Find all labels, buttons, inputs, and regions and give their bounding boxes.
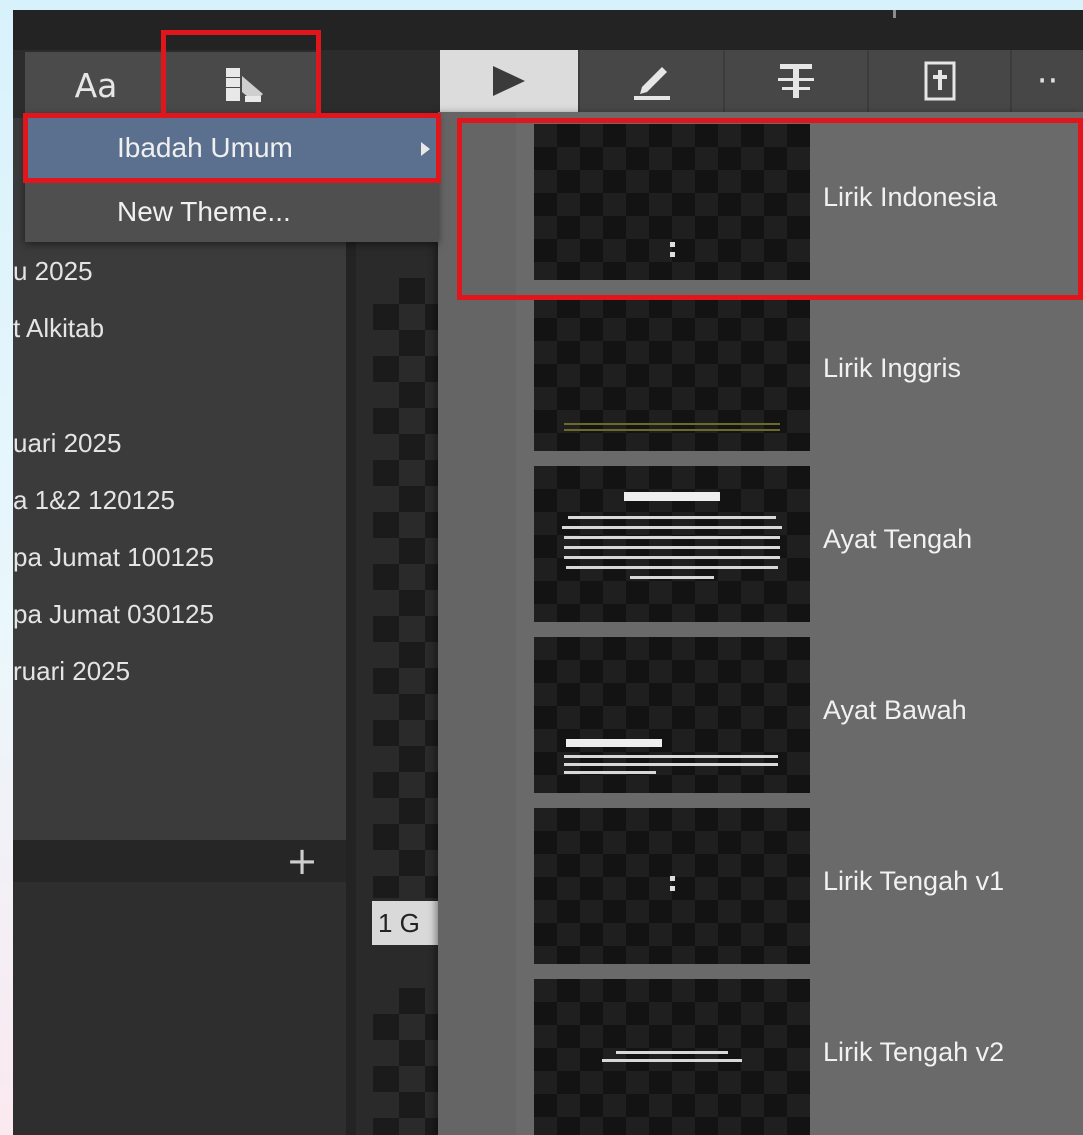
app-window: Aa u 2025 t Alkitab uari 2025 a 1&2 1201…: [13, 10, 1083, 1135]
tab-text[interactable]: [725, 50, 867, 112]
thumb-mark: [602, 1059, 742, 1062]
text-format-icon: [778, 64, 814, 98]
thumb-mark: [564, 556, 780, 559]
theme-name: Lirik Tengah v1: [823, 866, 1005, 896]
document-item[interactable]: pa Jumat 100125: [13, 542, 214, 573]
theme-item-ayat-tengah[interactable]: Ayat Tengah: [438, 454, 1083, 625]
right-tab-bar: ··: [440, 50, 1083, 112]
theme-palette-icon: [226, 68, 263, 102]
tab-themes[interactable]: [167, 52, 321, 118]
theme-submenu: Lirik Indonesia Lirik Inggris Ayat Tenga…: [438, 112, 1083, 1135]
thumb-mark: [564, 755, 778, 758]
theme-thumbnail: [534, 295, 810, 451]
theme-menu: Ibadah Umum New Theme...: [25, 114, 438, 242]
panel-divider[interactable]: [346, 118, 356, 1135]
slide-thumbnail[interactable]: [373, 988, 438, 1135]
thumb-mark: [616, 1051, 728, 1054]
submenu-arrow-icon: [421, 142, 430, 156]
playlist-panel: [13, 882, 346, 1135]
theme-item-lirik-tengah-v1[interactable]: Lirik Tengah v1: [438, 796, 1083, 967]
theme-item-ayat-bawah[interactable]: Ayat Bawah: [438, 625, 1083, 796]
document-item[interactable]: pa Jumat 030125: [13, 599, 214, 630]
theme-thumbnail: [534, 979, 810, 1135]
thumb-mark: [670, 252, 675, 257]
thumb-mark: [624, 492, 720, 501]
document-item[interactable]: a 1&2 120125: [13, 485, 175, 516]
theme-name: Ayat Tengah: [823, 524, 973, 554]
slide-label: 1 G: [372, 901, 438, 945]
thumb-mark: [566, 566, 778, 569]
document-item[interactable]: ruari 2025: [13, 656, 130, 687]
theme-thumbnail: [534, 637, 810, 793]
menu-item-label: New Theme...: [117, 196, 291, 227]
menu-item-ibadah-umum[interactable]: Ibadah Umum: [25, 118, 438, 178]
thumb-mark: [564, 536, 780, 539]
theme-name: Lirik Tengah v2: [823, 1037, 1005, 1067]
slide-strip: 1 G: [356, 118, 438, 1135]
top-tick: [893, 10, 896, 18]
thumb-mark: [564, 771, 656, 774]
document-item[interactable]: t Alkitab: [13, 313, 104, 344]
theme-item-lirik-inggris[interactable]: Lirik Inggris: [438, 283, 1083, 454]
theme-thumbnail: [534, 124, 810, 280]
thumb-mark: [670, 876, 675, 881]
add-button[interactable]: +: [286, 842, 318, 880]
menu-item-new-theme[interactable]: New Theme...: [25, 182, 438, 242]
theme-name: Ayat Bawah: [823, 695, 967, 725]
tab-bible[interactable]: [869, 50, 1010, 112]
thumb-mark: [564, 429, 780, 431]
theme-name: Lirik Inggris: [823, 353, 962, 383]
thumb-mark: [566, 739, 662, 747]
tab-edit[interactable]: [580, 50, 723, 112]
slide-thumbnail[interactable]: [373, 278, 438, 898]
tab-text-style[interactable]: Aa: [25, 52, 167, 118]
thumb-mark: [562, 526, 782, 529]
theme-thumbnail: [534, 466, 810, 622]
play-icon: [493, 66, 525, 96]
thumb-mark: [564, 763, 778, 766]
tab-show[interactable]: [440, 50, 578, 112]
document-item[interactable]: uari 2025: [13, 428, 121, 459]
thumb-mark: [568, 516, 776, 519]
thumb-mark: [630, 576, 714, 579]
thumb-mark: [670, 886, 675, 891]
theme-thumbnail: [534, 808, 810, 964]
menu-item-label: Ibadah Umum: [117, 132, 293, 163]
top-bar: [13, 10, 1083, 50]
playlist-header: +: [13, 840, 346, 882]
bible-icon: [924, 61, 955, 101]
thumb-mark: [670, 242, 675, 247]
more-icon[interactable]: ··: [1012, 50, 1083, 112]
document-item[interactable]: u 2025: [13, 256, 93, 287]
left-tab-bar: Aa: [25, 52, 321, 118]
thumb-mark: [564, 423, 780, 425]
theme-item-lirik-tengah-v2[interactable]: Lirik Tengah v2: [438, 967, 1083, 1135]
theme-item-lirik-indonesia[interactable]: Lirik Indonesia: [438, 112, 1083, 283]
theme-name: Lirik Indonesia: [823, 182, 998, 212]
pencil-icon: [633, 67, 670, 100]
thumb-mark: [564, 546, 780, 549]
